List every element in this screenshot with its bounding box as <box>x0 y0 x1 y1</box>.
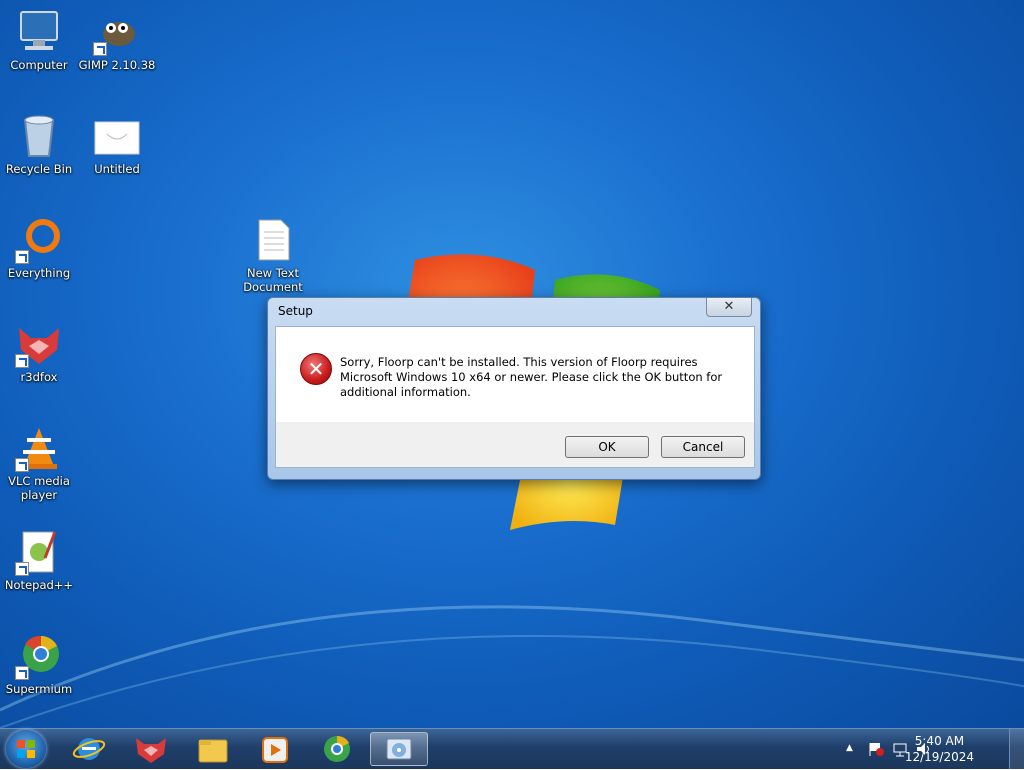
everything-search-icon <box>15 216 63 264</box>
cancel-button[interactable]: Cancel <box>661 436 745 458</box>
desktop-icon-vlc[interactable]: VLC media player <box>0 424 78 502</box>
desktop-icon-notepad-plus-plus[interactable]: Notepad++ <box>0 528 78 592</box>
ok-button[interactable]: OK <box>565 436 649 458</box>
desktop-icon-label: VLC media player <box>8 474 70 502</box>
shortcut-arrow-icon <box>15 250 29 264</box>
desktop-icon-gimp[interactable]: GIMP 2.10.38 <box>78 8 156 72</box>
shortcut-arrow-icon <box>15 666 29 680</box>
notepad-plus-plus-icon <box>15 528 63 576</box>
desktop-icon-label: GIMP 2.10.38 <box>78 58 156 72</box>
clock-time: 5:40 AM <box>914 734 965 748</box>
dialog-body: ✕ Sorry, Floorp can't be installed. This… <box>275 326 755 424</box>
taskbar-r3dfox[interactable] <box>124 732 178 766</box>
shortcut-arrow-icon <box>15 458 29 472</box>
desktop-icon-label: Everything <box>7 266 71 280</box>
desktop-icon-supermium[interactable]: Supermium <box>0 632 78 696</box>
windows-start-icon <box>17 740 35 758</box>
taskbar-file-explorer[interactable] <box>186 732 240 766</box>
close-button[interactable]: ✕ <box>706 298 752 317</box>
supermium-icon <box>15 632 63 680</box>
action-center-flag-icon[interactable] <box>868 741 884 757</box>
shortcut-arrow-icon <box>15 354 29 368</box>
vlc-icon <box>15 424 63 472</box>
gimp-icon <box>93 8 141 56</box>
setup-installer-icon <box>386 738 412 760</box>
recycle-bin-icon <box>15 112 63 160</box>
desktop-icon-label: Notepad++ <box>4 578 74 592</box>
desktop-icon-label: Supermium <box>5 682 73 696</box>
desktop-icon-label: Recycle Bin <box>5 162 73 176</box>
internet-explorer-icon <box>72 738 106 760</box>
error-icon: ✕ <box>300 353 332 385</box>
clock-date: 12/19/2024 <box>904 750 974 764</box>
desktop-icon-label: New Text Document <box>243 266 303 294</box>
dialog-title: Setup <box>278 304 313 318</box>
taskbar-internet-explorer[interactable] <box>62 732 116 766</box>
show-desktop-button[interactable] <box>1009 729 1024 769</box>
shortcut-arrow-icon <box>15 562 29 576</box>
setup-dialog: Setup ✕ ✕ Sorry, Floorp can't be install… <box>267 297 761 480</box>
taskbar-supermium[interactable] <box>310 732 364 766</box>
desktop-icon-label: r3dfox <box>20 370 58 384</box>
desktop-icon-everything[interactable]: Everything <box>0 216 78 280</box>
shortcut-arrow-icon <box>93 42 107 56</box>
desktop-icon-label: Computer <box>10 58 68 72</box>
desktop-icon-label: Untitled <box>94 162 140 176</box>
r3dfox-icon <box>15 320 63 368</box>
desktop-icon-new-text-document[interactable]: New Text Document <box>234 216 312 294</box>
start-button[interactable] <box>6 730 46 768</box>
taskbar: ▲ 5:40 AM 12/19/2024 <box>0 728 1024 769</box>
desktop-icon-r3dfox[interactable]: r3dfox <box>0 320 78 384</box>
show-hidden-icons-button[interactable]: ▲ <box>846 743 853 753</box>
dialog-message: Sorry, Floorp can't be installed. This v… <box>340 355 723 399</box>
media-player-icon <box>262 737 288 763</box>
desktop: Computer GIMP 2.10.38 Recycle Bin Untitl… <box>0 0 1024 728</box>
text-document-icon <box>249 216 297 264</box>
taskbar-media-player[interactable] <box>248 732 302 766</box>
computer-icon <box>15 8 63 56</box>
dialog-footer: OK Cancel <box>275 422 755 468</box>
image-file-icon <box>93 112 141 160</box>
r3dfox-icon <box>136 738 166 763</box>
file-explorer-icon <box>198 739 228 763</box>
desktop-icon-untitled[interactable]: Untitled <box>78 112 156 176</box>
supermium-icon <box>324 735 350 762</box>
wallpaper-swoosh <box>0 605 1024 728</box>
system-clock[interactable]: 5:40 AM 12/19/2024 <box>905 733 974 765</box>
desktop-icon-recycle-bin[interactable]: Recycle Bin <box>0 112 78 176</box>
desktop-icon-computer[interactable]: Computer <box>0 8 78 72</box>
taskbar-setup-installer[interactable] <box>370 732 428 766</box>
